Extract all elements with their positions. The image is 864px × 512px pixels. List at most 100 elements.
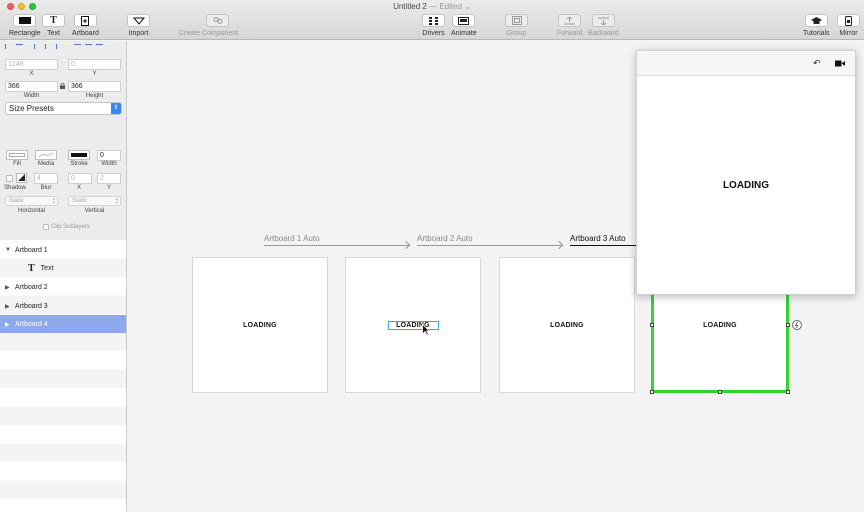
artboard-3[interactable]: LOADING bbox=[499, 257, 635, 393]
drivers-tool[interactable]: Drivers bbox=[422, 14, 445, 37]
shadow-x-label: X bbox=[76, 185, 81, 191]
size-presets-select[interactable]: Size Presets ⇕ bbox=[5, 102, 122, 115]
mirror-tool[interactable]: Mirror bbox=[837, 14, 860, 37]
artboard-3-text[interactable]: LOADING bbox=[550, 322, 584, 329]
shadow-x-field[interactable]: 0 bbox=[68, 173, 92, 184]
lock-aspect-icon[interactable] bbox=[60, 82, 65, 91]
text-icon[interactable]: T bbox=[42, 14, 65, 27]
rectangle-icon[interactable] bbox=[13, 14, 37, 27]
height-label: Height bbox=[85, 93, 104, 99]
disclosure-collapsed-icon[interactable]: ▶ bbox=[5, 303, 10, 310]
stroke-width-label: Width bbox=[101, 161, 117, 167]
align-bottom-icon[interactable] bbox=[95, 43, 104, 50]
align-top-icon[interactable] bbox=[73, 43, 82, 50]
artboard-1-text[interactable]: LOADING bbox=[243, 322, 277, 329]
align-right-icon[interactable] bbox=[55, 43, 64, 50]
preview-text: LOADING bbox=[722, 179, 770, 191]
connector-artboard-1[interactable]: Artboard 1 Auto bbox=[264, 234, 412, 250]
window-title: Untitled 2 — Edited ⌄ bbox=[393, 2, 471, 11]
inspector-panel: 1248 0 X Y 366 366 Width Height Size Pre… bbox=[0, 41, 127, 240]
layer-artboard-1[interactable]: ▼ Artboard 1 bbox=[0, 241, 126, 259]
alignment-toolbar bbox=[4, 43, 104, 50]
drivers-icon[interactable] bbox=[422, 14, 445, 27]
animate-tool[interactable]: Animate bbox=[451, 14, 477, 37]
blur-label: Blur bbox=[40, 185, 52, 191]
layers-panel: ▼ Artboard 1 T Text ▶ Artboard 2 ▶ Artbo… bbox=[0, 240, 127, 512]
disclosure-collapsed-icon[interactable]: ▶ bbox=[5, 321, 10, 328]
layer-artboard-4[interactable]: ▶ Artboard 4 bbox=[0, 315, 126, 333]
x-label: X bbox=[29, 71, 34, 77]
preview-screen[interactable]: LOADING bbox=[637, 76, 855, 294]
horizontal-constraint-select[interactable]: Static ▴ ▾ bbox=[5, 196, 58, 206]
artboard-icon[interactable] bbox=[73, 14, 97, 27]
media-swatch[interactable] bbox=[35, 150, 57, 160]
reset-icon[interactable]: ↶ bbox=[813, 58, 821, 69]
component-icon[interactable] bbox=[206, 14, 230, 27]
y-position-field[interactable]: 0 bbox=[68, 59, 121, 70]
fill-label: Fill bbox=[13, 161, 21, 167]
clip-sublayers-checkbox[interactable] bbox=[43, 224, 49, 230]
layer-artboard-2[interactable]: ▶ Artboard 2 bbox=[0, 278, 126, 296]
disclosure-collapsed-icon[interactable]: ▶ bbox=[5, 284, 10, 291]
x-position-field[interactable]: 1248 bbox=[5, 59, 58, 70]
preview-toolbar: ↶ bbox=[637, 51, 855, 76]
preview-window: ↶ LOADING bbox=[636, 50, 856, 295]
align-middle-vertical-icon[interactable] bbox=[84, 43, 93, 50]
import-tool[interactable]: Import bbox=[127, 14, 150, 37]
media-label: Media bbox=[37, 161, 55, 167]
shadow-color-swatch[interactable] bbox=[16, 173, 27, 183]
align-center-horizontal-icon[interactable] bbox=[44, 43, 53, 50]
stroke-swatch[interactable] bbox=[68, 150, 90, 160]
backward-tool[interactable]: Backward bbox=[588, 14, 619, 37]
artboard-tool[interactable]: Artboard bbox=[72, 14, 99, 37]
width-field[interactable]: 366 bbox=[5, 81, 58, 92]
chevron-updown-icon: ▴ ▾ bbox=[52, 196, 55, 206]
distribute-vertical-icon[interactable] bbox=[15, 43, 24, 50]
phone-icon[interactable] bbox=[837, 14, 860, 27]
send-backward-icon[interactable] bbox=[591, 14, 615, 27]
stroke-width-field[interactable]: 0 bbox=[97, 150, 121, 161]
resize-handle-left[interactable] bbox=[650, 323, 654, 327]
shadow-y-label: Y bbox=[106, 185, 111, 191]
text-layer-icon: T bbox=[28, 262, 35, 274]
create-component-tool[interactable]: Create Component bbox=[179, 14, 238, 37]
horizontal-label: Horizontal bbox=[17, 208, 45, 214]
layer-text[interactable]: T Text bbox=[0, 259, 126, 277]
title-bar: Untitled 2 — Edited ⌄ Rectangle T Text A… bbox=[0, 0, 864, 40]
animate-icon[interactable] bbox=[452, 14, 476, 27]
connector-artboard-2[interactable]: Artboard 2 Auto bbox=[417, 234, 565, 250]
shadow-checkbox[interactable] bbox=[6, 175, 13, 182]
text-tool[interactable]: T Text bbox=[42, 14, 65, 37]
shadow-y-field[interactable]: 2 bbox=[97, 173, 121, 184]
artboard-4-text[interactable]: LOADING bbox=[703, 322, 737, 329]
resize-handle-bottom-left[interactable] bbox=[650, 390, 654, 394]
distribute-horizontal-icon[interactable] bbox=[4, 43, 13, 50]
height-field[interactable]: 366 bbox=[68, 81, 121, 92]
tutorials-tool[interactable]: Tutorials bbox=[803, 14, 830, 37]
resize-handle-right[interactable] bbox=[786, 323, 790, 327]
layer-artboard-3[interactable]: ▶ Artboard 3 bbox=[0, 297, 126, 315]
artboard-1[interactable]: LOADING bbox=[192, 257, 328, 393]
stroke-label: Stroke bbox=[70, 161, 88, 167]
group-icon[interactable] bbox=[505, 14, 528, 27]
vertical-constraint-select[interactable]: Static ▴ ▾ bbox=[68, 196, 121, 206]
arrow-head-icon bbox=[554, 240, 564, 250]
group-tool[interactable]: Group bbox=[505, 14, 528, 37]
resize-handle-bottom[interactable] bbox=[718, 390, 722, 394]
add-connection-icon[interactable] bbox=[792, 320, 802, 330]
mouse-pointer-icon bbox=[422, 323, 431, 338]
align-left-icon[interactable] bbox=[33, 43, 42, 50]
rectangle-tool[interactable]: Rectangle bbox=[9, 14, 41, 37]
disclosure-expanded-icon[interactable]: ▼ bbox=[5, 247, 11, 253]
resize-handle-bottom-right[interactable] bbox=[786, 390, 790, 394]
graduation-cap-icon[interactable] bbox=[804, 14, 828, 27]
edited-indicator[interactable]: — Edited ⌄ bbox=[429, 2, 471, 11]
connector-artboard-3[interactable]: Artboard 3 Auto bbox=[570, 234, 636, 246]
bring-forward-icon[interactable] bbox=[558, 14, 582, 27]
forward-tool[interactable]: Forward bbox=[557, 14, 583, 37]
import-icon[interactable] bbox=[127, 14, 150, 27]
fill-swatch[interactable] bbox=[6, 150, 28, 160]
video-camera-icon[interactable] bbox=[835, 59, 845, 69]
y-label: Y bbox=[92, 71, 97, 77]
blur-field[interactable]: 4 bbox=[34, 173, 58, 184]
